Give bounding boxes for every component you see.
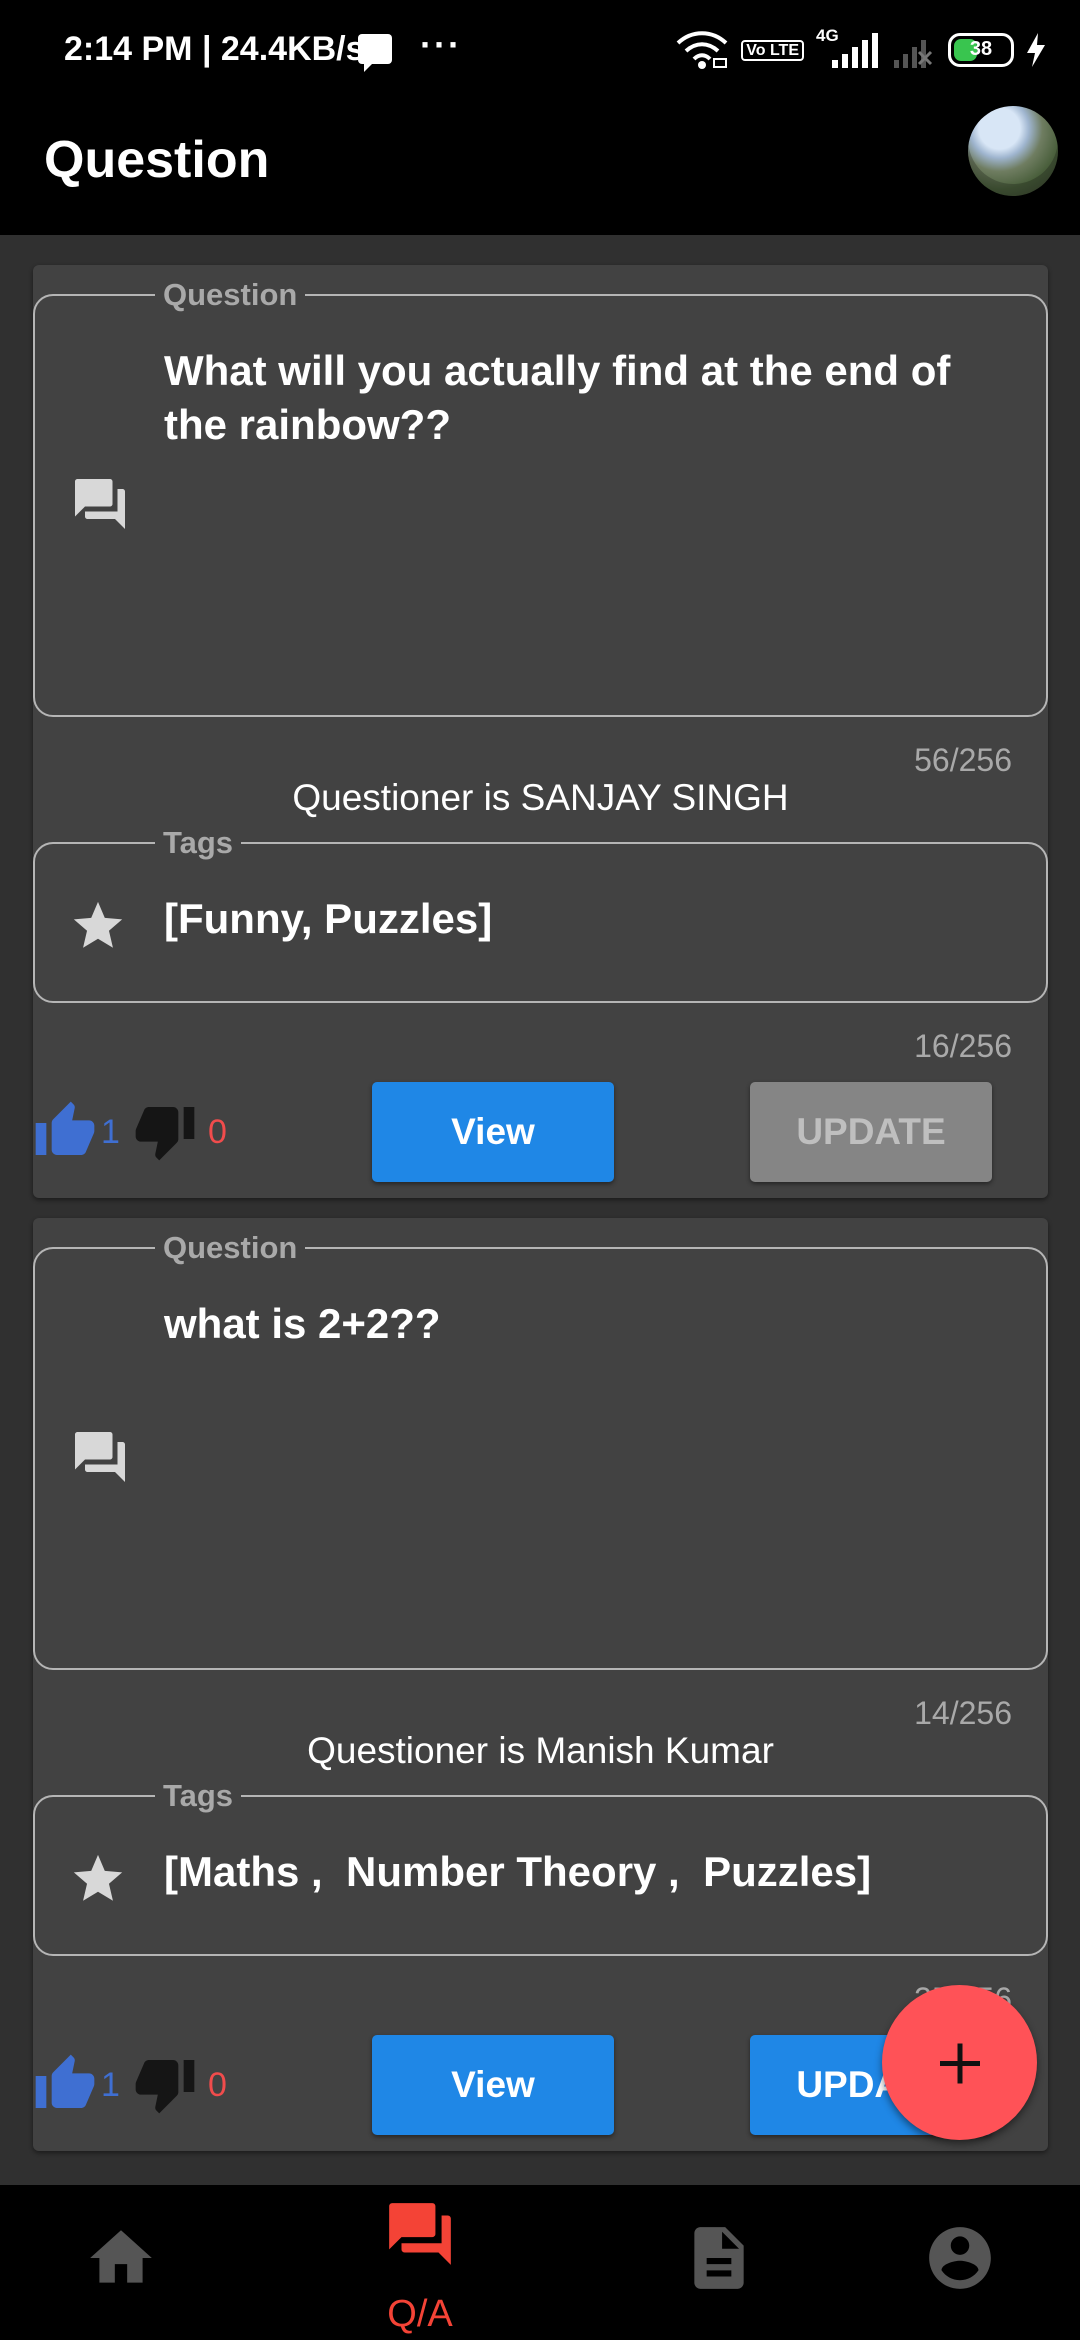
- thumbs-up-icon[interactable]: [33, 1099, 97, 1163]
- question-field: Question what is 2+2??: [33, 1229, 1048, 1670]
- question-field: Question What will you actually find at …: [33, 276, 1048, 717]
- update-button[interactable]: UPDATE: [750, 1082, 992, 1182]
- dislike-count: 0: [208, 1113, 227, 1151]
- questioner-text: Questioner is Manish Kumar: [307, 1730, 774, 1771]
- avatar[interactable]: [968, 106, 1058, 196]
- questioner-text: Questioner is SANJAY SINGH: [292, 777, 789, 818]
- star-icon: [73, 1854, 123, 1901]
- question-card: Question what is 2+2?? 14/256 Questioner…: [33, 1218, 1048, 2151]
- page-title: Question: [44, 131, 270, 189]
- signal-off-icon: [894, 40, 933, 68]
- thumbs-down-icon[interactable]: [133, 2052, 197, 2116]
- question-list[interactable]: Question What will you actually find at …: [0, 235, 1080, 2185]
- add-question-button[interactable]: [882, 1985, 1037, 2140]
- more-notifications-icon: ···: [420, 24, 462, 65]
- battery-level: 38: [969, 38, 993, 60]
- question-character-count: 56/256: [914, 742, 1012, 778]
- question-forum-icon: [75, 1432, 125, 1482]
- volte-badge: Vo LTE: [741, 39, 804, 61]
- signal-4g-icon: 4G: [816, 26, 878, 70]
- question-text: What will you actually find at the end o…: [164, 347, 951, 448]
- status-bar: 2:14 PM | 24.4KB/s ··· Vo LTE 4G 38: [0, 0, 1080, 100]
- wifi-icon: [676, 31, 728, 69]
- dislike-count: 0: [208, 2066, 227, 2104]
- tags-text: [Funny, Puzzles]: [164, 895, 493, 942]
- forum-icon: [389, 2203, 451, 2265]
- nav-item-profile[interactable]: [825, 2185, 1080, 2340]
- battery-icon: 38: [948, 33, 1014, 67]
- bottom-navigation: Q/A: [0, 2185, 1080, 2340]
- tags-text: [Maths , Number Theory , Puzzles]: [164, 1848, 872, 1895]
- status-time: 2:14 PM | 24.4KB/s: [64, 30, 365, 68]
- status-icons: Vo LTE 4G 38: [675, 26, 1046, 72]
- view-button[interactable]: View: [372, 2035, 614, 2135]
- question-card: Question What will you actually find at …: [33, 265, 1048, 1198]
- charging-icon: [1027, 33, 1045, 67]
- view-button[interactable]: View: [372, 1082, 614, 1182]
- question-character-count: 14/256: [914, 1695, 1012, 1731]
- question-label: Question: [155, 276, 306, 314]
- tags-label: Tags: [155, 1777, 242, 1815]
- like-count: 1: [101, 1113, 120, 1151]
- like-count: 1: [101, 2066, 120, 2104]
- reaction-group: 1 0: [33, 2044, 253, 2124]
- tags-character-count: 16/256: [914, 1028, 1012, 1064]
- tags-label: Tags: [155, 824, 242, 862]
- tags-field: Tags [Maths , Number Theory , Puzzles]: [33, 1777, 1048, 1956]
- nav-item-qa[interactable]: Q/A: [285, 2185, 555, 2340]
- reaction-group: 1 0: [33, 1091, 253, 1171]
- star-icon: [73, 901, 123, 948]
- nav-item-documents[interactable]: [584, 2185, 854, 2340]
- nav-item-home[interactable]: [0, 2185, 256, 2340]
- app-bar: Question: [0, 100, 1080, 235]
- nav-label-qa: Q/A: [387, 2293, 453, 2335]
- message-notification-icon: [358, 34, 392, 72]
- account-icon: [929, 2227, 991, 2289]
- question-label: Question: [155, 1229, 306, 1267]
- home-icon: [90, 2230, 152, 2283]
- thumbs-down-icon[interactable]: [133, 1099, 197, 1163]
- question-forum-icon: [75, 479, 125, 529]
- thumbs-up-icon[interactable]: [33, 2052, 97, 2116]
- tags-field: Tags [Funny, Puzzles]: [33, 824, 1048, 1003]
- document-icon: [694, 2227, 744, 2289]
- question-text: what is 2+2??: [164, 1300, 441, 1347]
